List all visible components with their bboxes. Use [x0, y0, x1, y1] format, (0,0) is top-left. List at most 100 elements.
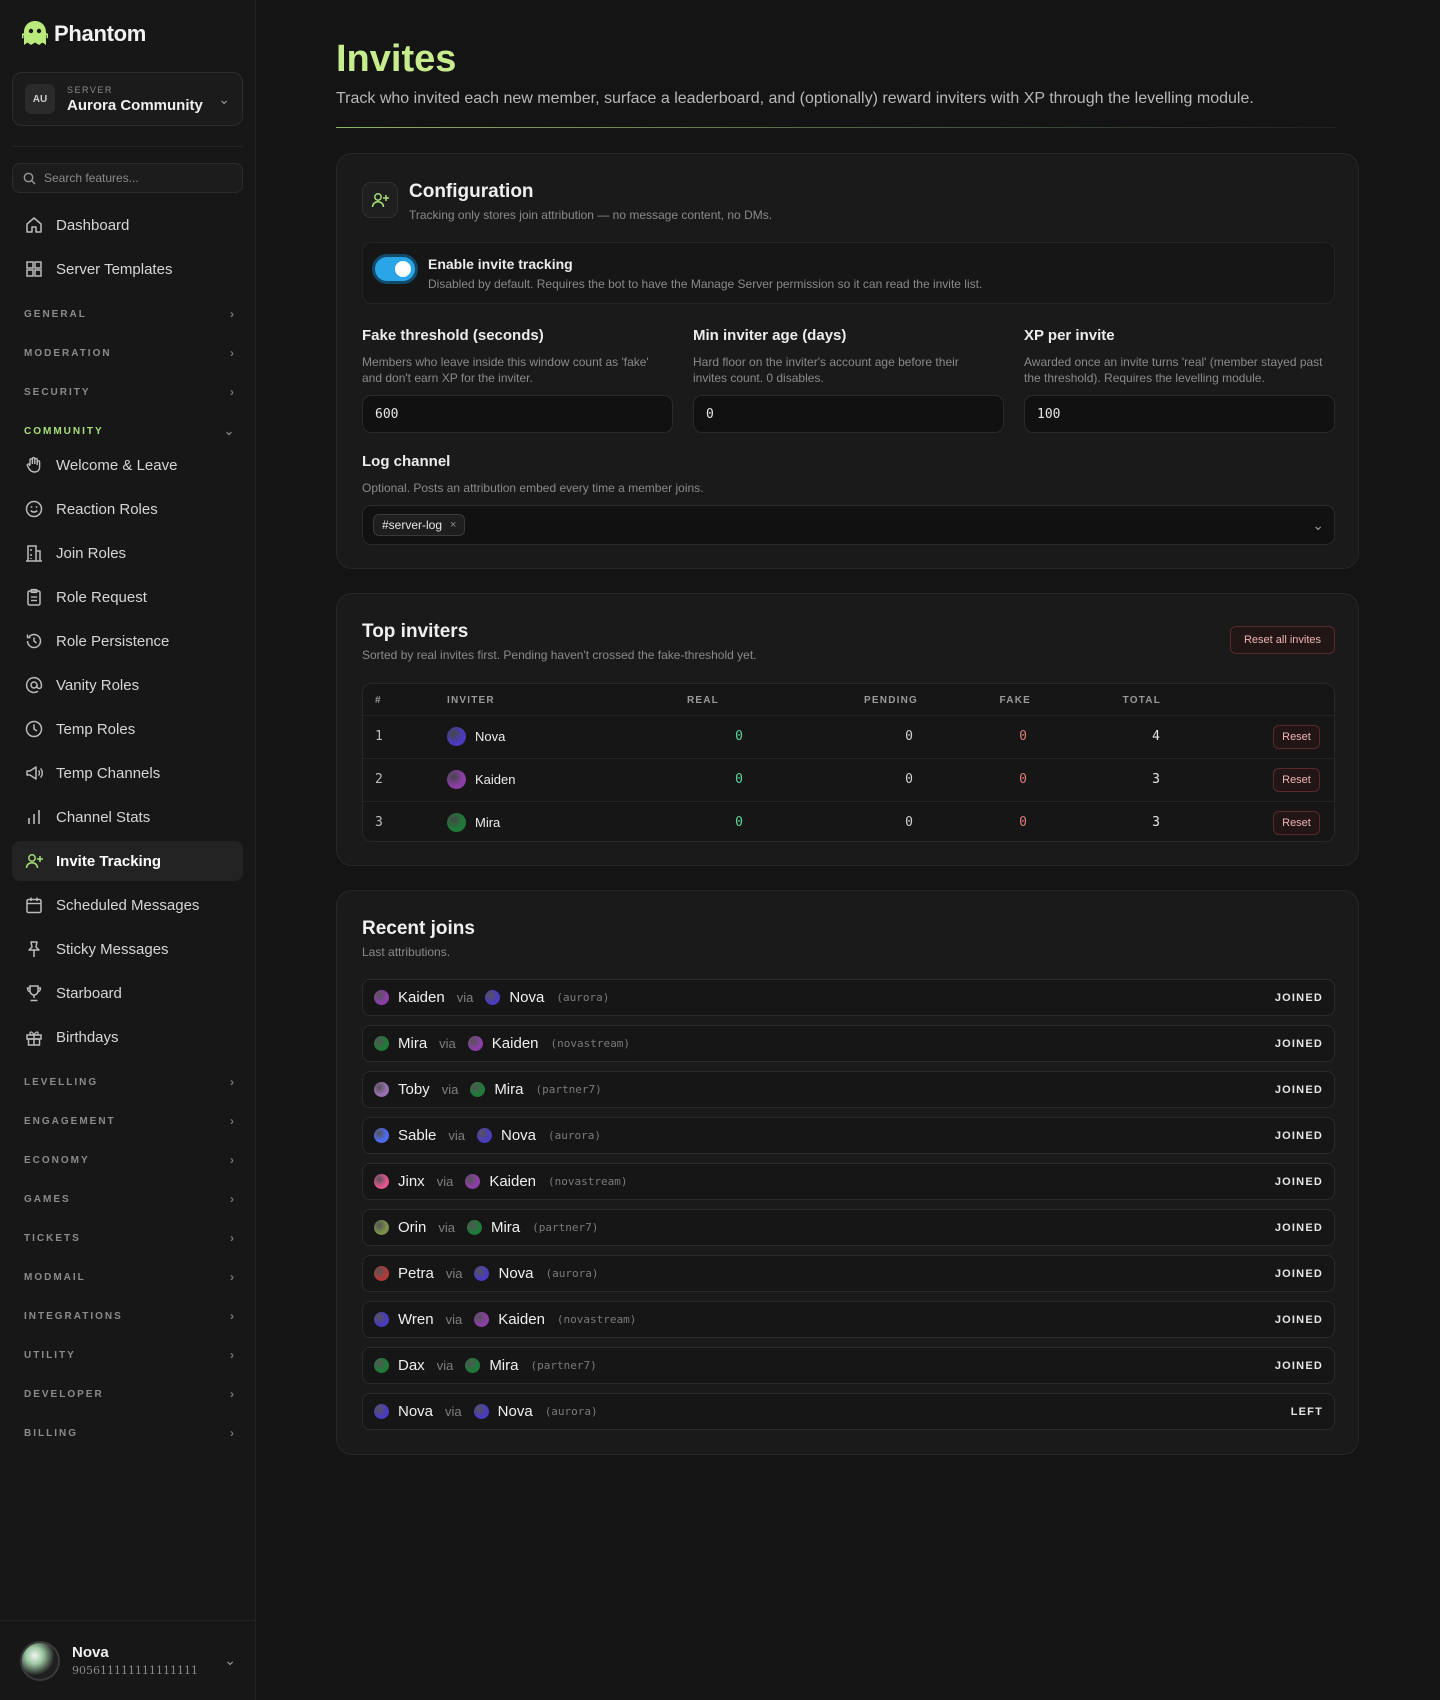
sidebar-item-temp-roles[interactable]: Temp Roles [12, 709, 243, 749]
total-cell-value: 3 [1152, 772, 1160, 787]
page-subtitle: Track who invited each new member, surfa… [336, 90, 1254, 107]
avatar [447, 770, 466, 789]
sidebar-item-channel-stats[interactable]: Channel Stats [12, 797, 243, 837]
section-label: SECURITY [24, 386, 91, 398]
reset-button[interactable]: Reset [1273, 811, 1320, 835]
section-label: COMMUNITY [24, 425, 104, 437]
inviter-name: Kaiden [491, 1035, 539, 1052]
sidebar-section-games[interactable]: GAMES › [24, 1192, 234, 1206]
sidebar-section-security[interactable]: SECURITY › [24, 385, 234, 399]
toggle-knob [395, 261, 411, 277]
sidebar-section-economy[interactable]: ECONOMY › [24, 1153, 234, 1167]
app-logo[interactable]: Phantom [22, 20, 146, 48]
sidebar-section-developer[interactable]: DEVELOPER › [24, 1387, 234, 1401]
reset-all-invites-button[interactable]: Reset all invites [1230, 626, 1335, 654]
search-box[interactable] [12, 163, 243, 193]
sidebar-section-moderation[interactable]: MODERATION › [24, 346, 234, 360]
server-switcher[interactable]: AU SERVER Aurora Community ⌄ [12, 72, 243, 126]
invite-code: (partner7) [532, 1221, 599, 1234]
sidebar-item-role-request[interactable]: Role Request [12, 577, 243, 617]
column-header-label: PENDING [864, 695, 918, 706]
section-label: MODMAIL [24, 1271, 86, 1283]
column-header-label: TOTAL [1122, 695, 1161, 706]
sidebar-item-invite-tracking[interactable]: Invite Tracking [12, 841, 243, 881]
inviter-name: Nova [509, 989, 545, 1006]
avatar [374, 1036, 389, 1051]
section-label: LEVELLING [24, 1076, 99, 1088]
sidebar-section-levelling[interactable]: LEVELLING › [24, 1075, 234, 1089]
sidebar-item-label: Reaction Roles [56, 500, 158, 518]
sidebar-item-scheduled-messages[interactable]: Scheduled Messages [12, 885, 243, 925]
avatar [374, 1128, 389, 1143]
via-label: via [441, 1082, 459, 1097]
sidebar-item-sticky-messages[interactable]: Sticky Messages [12, 929, 243, 969]
chevron-right-icon: › [230, 307, 234, 321]
inviters-table: # INVITER REAL PENDING FAKE TOTAL 1 Nova 0… [362, 683, 1335, 842]
via-label: via [445, 1312, 463, 1327]
sidebar-item-join-roles[interactable]: Join Roles [12, 533, 243, 573]
avatar [374, 1220, 389, 1235]
sidebar-section-billing[interactable]: BILLING › [24, 1426, 234, 1440]
via-label: via [439, 1036, 456, 1051]
sidebar-item-dashboard[interactable]: Dashboard [12, 205, 243, 245]
pending-cell-value: 0 [905, 729, 913, 744]
via-label: via [436, 1358, 454, 1373]
rank-cell: 1 [375, 729, 383, 744]
sidebar-section-utility[interactable]: UTILITY › [24, 1348, 234, 1362]
xp-per-invite-input[interactable] [1024, 395, 1335, 433]
invite-tracking-toggle[interactable] [375, 257, 415, 281]
search-input[interactable] [44, 171, 224, 185]
invite-code: (novastream) [556, 1313, 637, 1326]
sidebar-section-general[interactable]: GENERAL › [24, 307, 234, 321]
chevron-down-icon: ⌄ [224, 1652, 236, 1668]
sidebar-section-tickets[interactable]: TICKETS › [24, 1231, 234, 1245]
title-divider [336, 127, 1336, 128]
rank-cell: 2 [375, 772, 383, 787]
sidebar-section-integrations[interactable]: INTEGRATIONS › [24, 1309, 234, 1323]
sidebar-item-server-templates[interactable]: Server Templates [12, 249, 243, 289]
invite-code: (novastream) [550, 1037, 630, 1050]
avatar [20, 1640, 60, 1681]
list-item: Wren via Kaiden (novastream) JOINED [362, 1301, 1335, 1338]
divider [12, 146, 243, 147]
column-header-label: FAKE [999, 695, 1031, 706]
sidebar-item-label: Vanity Roles [56, 676, 140, 694]
fake-threshold-input[interactable] [362, 395, 673, 433]
inviter-name: Nova [501, 1127, 537, 1144]
app-name: Phantom [54, 21, 147, 46]
sidebar-item-starboard[interactable]: Starboard [12, 973, 243, 1013]
server-avatar: AU [25, 84, 55, 114]
avatar [374, 1404, 389, 1419]
sidebar-section-community[interactable]: COMMUNITY ⌄ [24, 424, 234, 438]
sidebar-item-label: Welcome & Leave [56, 456, 178, 474]
chevron-right-icon: › [230, 1348, 234, 1362]
section-label: MODERATION [24, 347, 112, 359]
top-inviters-card: Top inviters Sorted by real invites firs… [336, 593, 1359, 866]
reset-button[interactable]: Reset [1273, 768, 1320, 792]
smile-icon [24, 499, 44, 519]
sidebar-section-modmail[interactable]: MODMAIL › [24, 1270, 234, 1284]
sidebar-item-welcome-leave[interactable]: Welcome & Leave [12, 445, 243, 485]
sidebar-item-birthdays[interactable]: Birthdays [12, 1017, 243, 1057]
status-badge: LEFT [1290, 1405, 1323, 1418]
sidebar-item-label: Starboard [56, 984, 122, 1002]
sidebar-section-engagement[interactable]: ENGAGEMENT › [24, 1114, 234, 1128]
building-icon [24, 543, 44, 563]
fake-threshold-help: Members who leave inside this window cou… [362, 355, 649, 385]
member-name: Petra [398, 1265, 434, 1282]
user-menu[interactable]: Nova 905611111111111111 ⌄ [0, 1620, 256, 1700]
min-inviter-age-input[interactable] [693, 395, 1004, 433]
log-channel-help: Optional. Posts an attribution embed eve… [362, 481, 704, 495]
list-item: Sable via Nova (aurora) JOINED [362, 1117, 1335, 1154]
status-badge: JOINED [1274, 1313, 1323, 1326]
log-channel-select[interactable]: #server-log × ⌄ [362, 505, 1335, 545]
sidebar-item-label: Temp Roles [56, 720, 136, 738]
sidebar-item-temp-channels[interactable]: Temp Channels [12, 753, 243, 793]
sidebar-item-role-persistence[interactable]: Role Persistence [12, 621, 243, 661]
sidebar-item-label: Scheduled Messages [56, 896, 200, 914]
close-icon[interactable]: × [450, 519, 456, 531]
reset-button[interactable]: Reset [1273, 725, 1320, 749]
sidebar-item-reaction-roles[interactable]: Reaction Roles [12, 489, 243, 529]
gift-icon [24, 1027, 44, 1047]
sidebar-item-vanity-roles[interactable]: Vanity Roles [12, 665, 243, 705]
